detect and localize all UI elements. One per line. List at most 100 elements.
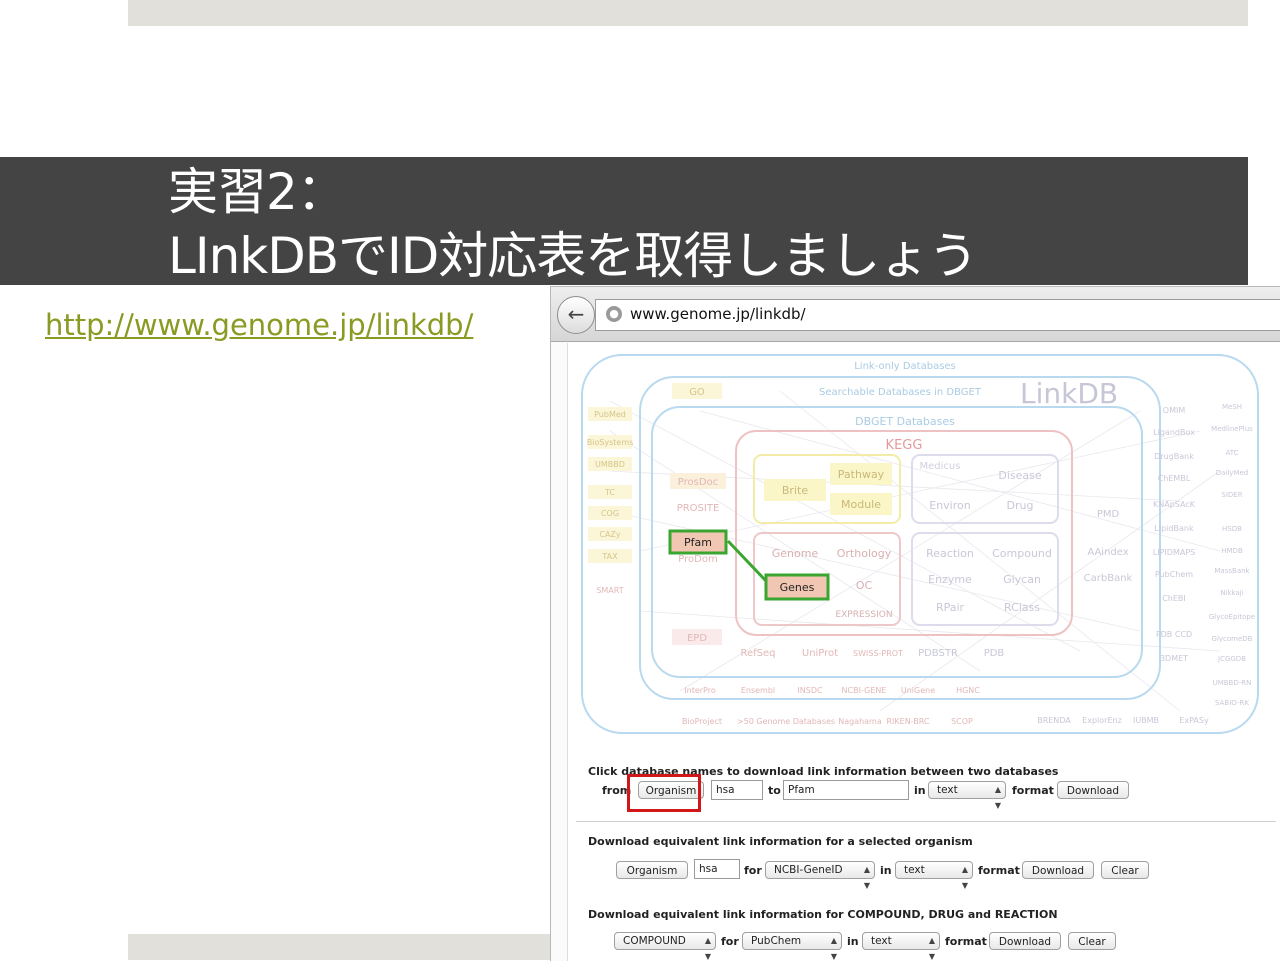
db-glycomedb: GlycomeDB (1212, 635, 1253, 643)
db-interpro: InterPro (684, 686, 716, 695)
kegg-compound: Compound (992, 547, 1052, 560)
db-uniprot: UniProt (802, 648, 838, 659)
kegg-enzyme: Enzyme (928, 573, 972, 586)
linkdb-url-link[interactable]: http://www.genome.jp/linkdb/ (45, 308, 473, 342)
form3-db-select[interactable]: PubChem ▲ ▼ (742, 932, 842, 961)
form3-in-label: in (847, 935, 859, 948)
db-scop: SCOP (951, 717, 973, 726)
db-lipidmaps: LIPIDMAPS (1153, 548, 1195, 557)
form2-title: Download equivalent link information for… (588, 835, 973, 848)
db-pubmed: PubMed (594, 410, 626, 419)
slide-title-line2: LInkDBでID対応表を取得しましょう (168, 227, 978, 285)
db-pdb: PDB (984, 648, 1005, 659)
linkdb-page: Link-only Databases Searchable Databases… (567, 343, 1280, 961)
db-hsdb: HSDB (1222, 525, 1242, 533)
slide-top-bar (128, 0, 1248, 26)
db-lipidbank: LipidBank (1154, 524, 1194, 533)
db-riken-brc: RIKEN-BRC (886, 717, 929, 726)
slide-title: 実習2： LInkDBでID対応表を取得しましょう (168, 160, 978, 288)
db-biosystems: BioSystems (587, 438, 634, 447)
left-link-only-items: PubMed BioSystems UMBBD TC COG CAZy TAX … (587, 407, 634, 595)
db-genome-dbs: >50 Genome Databases (737, 717, 835, 726)
db-nikkaji: Nikkaji (1220, 589, 1243, 597)
kegg-rclass: RClass (1004, 601, 1040, 614)
genes-label: Genes (780, 581, 815, 594)
db-umbbd-rn: UMBBD-RN (1213, 679, 1252, 687)
db-hgnc: HGNC (956, 686, 980, 695)
form1-format-label: format (1012, 784, 1054, 797)
form1-download-button[interactable]: Download (1057, 781, 1129, 799)
form2-org-input[interactable]: hsa (694, 859, 740, 879)
db-prosdoc: ProsDoc (678, 477, 718, 488)
db-cog: COG (601, 509, 619, 518)
form2-db-select[interactable]: NCBI-GeneID ▲ ▼ (765, 861, 875, 890)
db-chembl: ChEMBL (1158, 474, 1191, 483)
searchable-label: Searchable Databases in DBGET (819, 387, 982, 398)
db-prodom: ProDom (678, 554, 717, 565)
db-insdc: INSDC (797, 686, 823, 695)
select-arrows-icon: ▲ ▼ (961, 865, 968, 890)
kegg-drug: Drug (1007, 499, 1034, 512)
db-glycoepitope: GlycoEpitope (1209, 613, 1255, 621)
db-mesh: MeSH (1222, 403, 1242, 411)
form2-format-value: text (904, 864, 925, 876)
slide-title-line1: 実習2： (168, 163, 347, 221)
form1-format-select[interactable]: text ▲ ▼ (928, 781, 1006, 810)
db-aaindex: AAindex (1087, 547, 1128, 558)
form3-format-select[interactable]: text ▲ ▼ (862, 932, 940, 961)
back-arrow-icon[interactable]: ← (557, 296, 595, 334)
form3-download-button[interactable]: Download (989, 932, 1061, 950)
slide-bottom-bar (128, 934, 550, 960)
globe-icon: ● (606, 306, 622, 322)
form1-org-input[interactable]: hsa (711, 780, 763, 800)
kegg-genome: Genome (772, 547, 819, 560)
form2-for-label: for (744, 864, 762, 877)
address-bar[interactable]: ● www.genome.jp/linkdb/ (595, 299, 1280, 331)
linkdb-diagram: Link-only Databases Searchable Databases… (580, 351, 1260, 743)
db-umbbd: UMBBD (595, 460, 625, 469)
form2-clear-button[interactable]: Clear (1101, 861, 1149, 879)
form2-download-button[interactable]: Download (1022, 861, 1094, 879)
db-atc: ATC (1226, 449, 1239, 457)
kegg-reaction: Reaction (926, 547, 974, 560)
db-cazy: CAZy (599, 530, 621, 539)
form3-format-label: format (945, 935, 987, 948)
db-sider: SIDER (1221, 491, 1242, 499)
db-hmdb: HMDB (1221, 547, 1243, 555)
link-only-label: Link-only Databases (854, 361, 956, 372)
form2-format-select[interactable]: text ▲ ▼ (895, 861, 973, 890)
kegg-glycan: Glycan (1003, 573, 1041, 586)
db-carbbank: CarbBank (1084, 573, 1133, 584)
db-knapsack: KNApSAcK (1153, 500, 1196, 509)
form2-format-label: format (978, 864, 1020, 877)
db-ensembl: Ensembl (741, 686, 775, 695)
db-omim: OMIM (1163, 406, 1186, 415)
form3-title: Download equivalent link information for… (588, 908, 1058, 921)
db-jcggdb: JCGGDB (1217, 655, 1246, 663)
form2-organism-button[interactable]: Organism (616, 861, 688, 879)
form1-to-label: to (768, 784, 781, 797)
select-arrows-icon: ▲ ▼ (830, 936, 837, 961)
medicus-label: Medicus (920, 461, 961, 472)
kegg-oc: OC (856, 579, 873, 592)
form2-in-label: in (880, 864, 892, 877)
db-go: GO (689, 387, 705, 398)
form3-clear-button[interactable]: Clear (1068, 932, 1116, 950)
kegg-rpair: RPair (936, 601, 965, 614)
db-pubchem: PubChem (1155, 570, 1193, 579)
kegg-module: Module (841, 498, 881, 511)
db-swissprot: SWISS-PROT (853, 649, 903, 658)
form1-format-value: text (937, 784, 958, 796)
db-pmd: PMD (1097, 509, 1120, 520)
form1-to-input[interactable]: Pfam (783, 780, 909, 800)
db-pdbstr: PDBSTR (918, 648, 958, 659)
db-3dmet: 3DMET (1160, 654, 1188, 663)
form1-in-label: in (914, 784, 926, 797)
db-iubmb: IUBMB (1133, 716, 1159, 725)
db-ncbi-gene: NCBI-GENE (842, 686, 887, 695)
form3-type-select[interactable]: COMPOUND ▲ ▼ (614, 932, 716, 961)
dbget-label: DBGET Databases (855, 415, 955, 428)
form2-db-value: NCBI-GeneID (774, 864, 843, 876)
db-smart: SMART (596, 586, 623, 595)
browser-window: ● www.genome.jp/linkdb/ ← Link-only Data… (550, 286, 1280, 961)
